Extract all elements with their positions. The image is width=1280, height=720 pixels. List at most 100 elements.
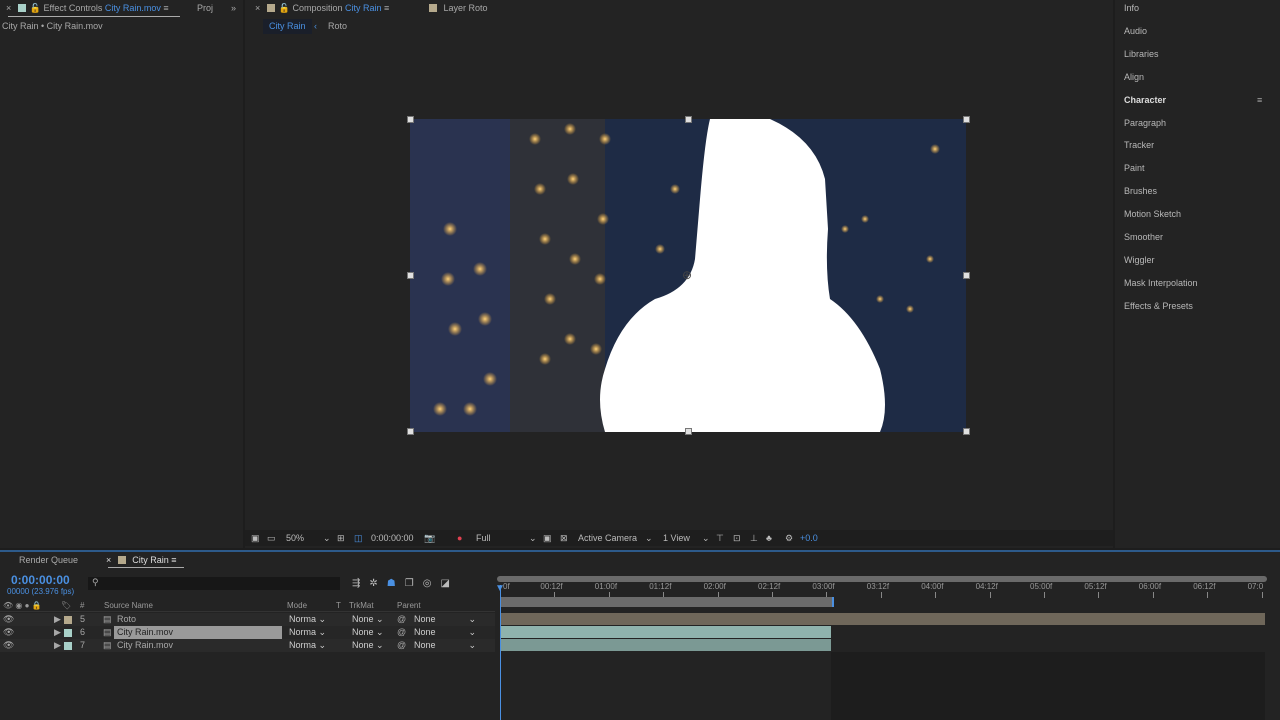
zoom-dropdown[interactable]: 50%: [286, 530, 304, 546]
city-rain-timeline-tab[interactable]: × City Rain ≡: [106, 555, 177, 565]
panel-item-character[interactable]: Character: [1124, 95, 1166, 105]
panel-item-brushes[interactable]: Brushes: [1124, 186, 1157, 196]
effect-controls-tab[interactable]: × 🔓 Effect Controls City Rain.mov ≡: [6, 0, 169, 16]
transform-handle[interactable]: [963, 116, 970, 123]
region-of-interest-icon[interactable]: ⊞: [337, 530, 345, 546]
panel-item-paragraph[interactable]: Paragraph: [1124, 118, 1166, 128]
layer-row[interactable]: 👁 ▶ 7 ▤ City Rain.mov Norma ⌄ None ⌄ @ N…: [0, 639, 495, 652]
visibility-eye-icon[interactable]: 👁: [3, 626, 14, 639]
transparency-grid-icon[interactable]: ⊠: [560, 530, 568, 546]
chevron-down-icon: ⌄: [645, 533, 653, 543]
panel-item-tracker[interactable]: Tracker: [1124, 140, 1154, 150]
panel-item-info[interactable]: Info: [1124, 3, 1139, 13]
blend-mode-dropdown[interactable]: Norma ⌄: [289, 639, 326, 652]
monitor-icon[interactable]: ▭: [267, 530, 276, 546]
exposure-value[interactable]: +0.0: [800, 530, 818, 546]
work-area-bar[interactable]: [500, 597, 834, 607]
more-tabs-icon[interactable]: »: [231, 0, 236, 16]
exposure-reset-icon[interactable]: ⚙: [785, 530, 793, 546]
resolution-dropdown[interactable]: Full: [476, 530, 491, 546]
panel-menu-icon[interactable]: ≡: [1257, 95, 1262, 105]
trkmat-dropdown[interactable]: None ⌄: [352, 639, 384, 652]
expand-triangle-icon[interactable]: ▶: [54, 613, 61, 626]
fast-previews-icon[interactable]: ▣: [543, 530, 552, 546]
pick-whip-icon[interactable]: @: [397, 626, 406, 639]
visibility-eye-icon[interactable]: 👁: [3, 613, 14, 626]
label-color-swatch[interactable]: [64, 629, 72, 637]
composition-tab[interactable]: × 🔓 Composition City Rain ≡: [255, 0, 389, 16]
view-layout-dropdown[interactable]: 1 View: [663, 530, 690, 546]
transform-handle[interactable]: [407, 428, 414, 435]
blend-mode-dropdown[interactable]: Norma ⌄: [289, 613, 326, 626]
trkmat-dropdown[interactable]: None ⌄: [352, 626, 384, 639]
label-color-swatch[interactable]: [64, 616, 72, 624]
layer-bar-roto[interactable]: [500, 613, 1265, 625]
motion-blur-icon[interactable]: ◎: [423, 578, 441, 589]
transform-handle[interactable]: [407, 272, 414, 279]
col-source-name[interactable]: Source Name: [104, 600, 153, 612]
snapshot-icon[interactable]: 📷: [424, 530, 435, 546]
panel-item-wiggler[interactable]: Wiggler: [1124, 255, 1155, 265]
layer-bar-city-rain-7[interactable]: [500, 639, 831, 651]
expand-triangle-icon[interactable]: ▶: [54, 626, 61, 639]
expand-triangle-icon[interactable]: ▶: [54, 639, 61, 652]
playhead-icon[interactable]: ▼: [495, 583, 505, 594]
panel-item-libraries[interactable]: Libraries: [1124, 49, 1159, 59]
timeline-icon[interactable]: ⊡: [733, 530, 741, 546]
draft-3d-icon[interactable]: ✲: [369, 578, 386, 589]
visibility-eye-icon[interactable]: 👁: [3, 639, 14, 652]
comp-mini-flowchart-icon[interactable]: ⇶: [352, 578, 369, 589]
layer-name[interactable]: City Rain.mov: [114, 626, 282, 639]
breadcrumb-city-rain[interactable]: City Rain: [263, 19, 312, 34]
transform-handle[interactable]: [407, 116, 414, 123]
layer-type-icon: ▤: [103, 640, 112, 650]
transform-handle[interactable]: [685, 116, 692, 123]
always-preview-icon[interactable]: ▣: [251, 530, 260, 546]
pick-whip-icon[interactable]: @: [397, 613, 406, 626]
blend-mode-dropdown[interactable]: Norma ⌄: [289, 626, 326, 639]
trkmat-dropdown[interactable]: None ⌄: [352, 613, 384, 626]
toggle-pixel-aspect-icon[interactable]: ⊤: [716, 530, 724, 546]
parent-value: None: [414, 614, 436, 624]
project-tab[interactable]: Proj: [197, 0, 213, 16]
layer-row[interactable]: 👁 ▶ 5 ▤ Roto Norma ⌄ None ⌄ @ None ⌄: [0, 613, 495, 626]
parent-dropdown[interactable]: None ⌄: [414, 613, 476, 626]
current-time-indicator[interactable]: [500, 585, 501, 720]
panel-item-mask-interpolation[interactable]: Mask Interpolation: [1124, 278, 1198, 288]
panel-item-effects-presets[interactable]: Effects & Presets: [1124, 301, 1193, 311]
layer-row[interactable]: 👁 ▶ 6 ▤ City Rain.mov Norma ⌄ None ⌄ @ N…: [0, 626, 495, 639]
panel-item-paint[interactable]: Paint: [1124, 163, 1145, 173]
mode-value: Norma: [289, 640, 317, 650]
panel-item-motion-sketch[interactable]: Motion Sketch: [1124, 209, 1181, 219]
timeline-switches[interactable]: ⇶✲☗❐◎◪: [352, 578, 459, 589]
frame-blending-icon[interactable]: ❐: [405, 578, 423, 589]
anchor-point-icon[interactable]: ⊕: [682, 268, 692, 282]
comp-flowchart-icon[interactable]: ⊥: [750, 530, 758, 546]
layer-bar-city-rain-6[interactable]: [500, 626, 831, 638]
layer-search-input[interactable]: ⚲: [88, 577, 340, 590]
viewer-timecode[interactable]: 0:00:00:00: [371, 530, 414, 546]
flowchart-icon[interactable]: ♣: [766, 530, 772, 546]
parent-dropdown[interactable]: None ⌄: [414, 626, 476, 639]
camera-dropdown[interactable]: Active Camera: [578, 530, 637, 546]
parent-dropdown[interactable]: None ⌄: [414, 639, 476, 652]
layer-name[interactable]: City Rain.mov: [114, 639, 282, 652]
color-channels-icon[interactable]: ●: [457, 530, 462, 546]
panel-item-align[interactable]: Align: [1124, 72, 1144, 82]
transform-handle[interactable]: [963, 428, 970, 435]
graph-editor-icon[interactable]: ◪: [440, 578, 458, 589]
timeline-timecode[interactable]: 0:00:00:00: [11, 573, 70, 587]
render-queue-tab[interactable]: Render Queue: [19, 555, 78, 565]
panel-item-audio[interactable]: Audio: [1124, 26, 1147, 36]
panel-item-smoother[interactable]: Smoother: [1124, 232, 1163, 242]
layer-name[interactable]: Roto: [114, 613, 282, 626]
mask-visibility-icon[interactable]: ◫: [354, 530, 363, 546]
shy-layers-icon[interactable]: ☗: [387, 578, 405, 589]
layer-roto-tab[interactable]: Layer Roto: [425, 0, 488, 16]
transform-handle[interactable]: [963, 272, 970, 279]
transform-handle[interactable]: [685, 428, 692, 435]
label-color-swatch[interactable]: [64, 642, 72, 650]
pick-whip-icon[interactable]: @: [397, 639, 406, 652]
breadcrumb-roto[interactable]: Roto: [328, 21, 347, 31]
col-trkmat: TrkMat: [349, 601, 374, 610]
